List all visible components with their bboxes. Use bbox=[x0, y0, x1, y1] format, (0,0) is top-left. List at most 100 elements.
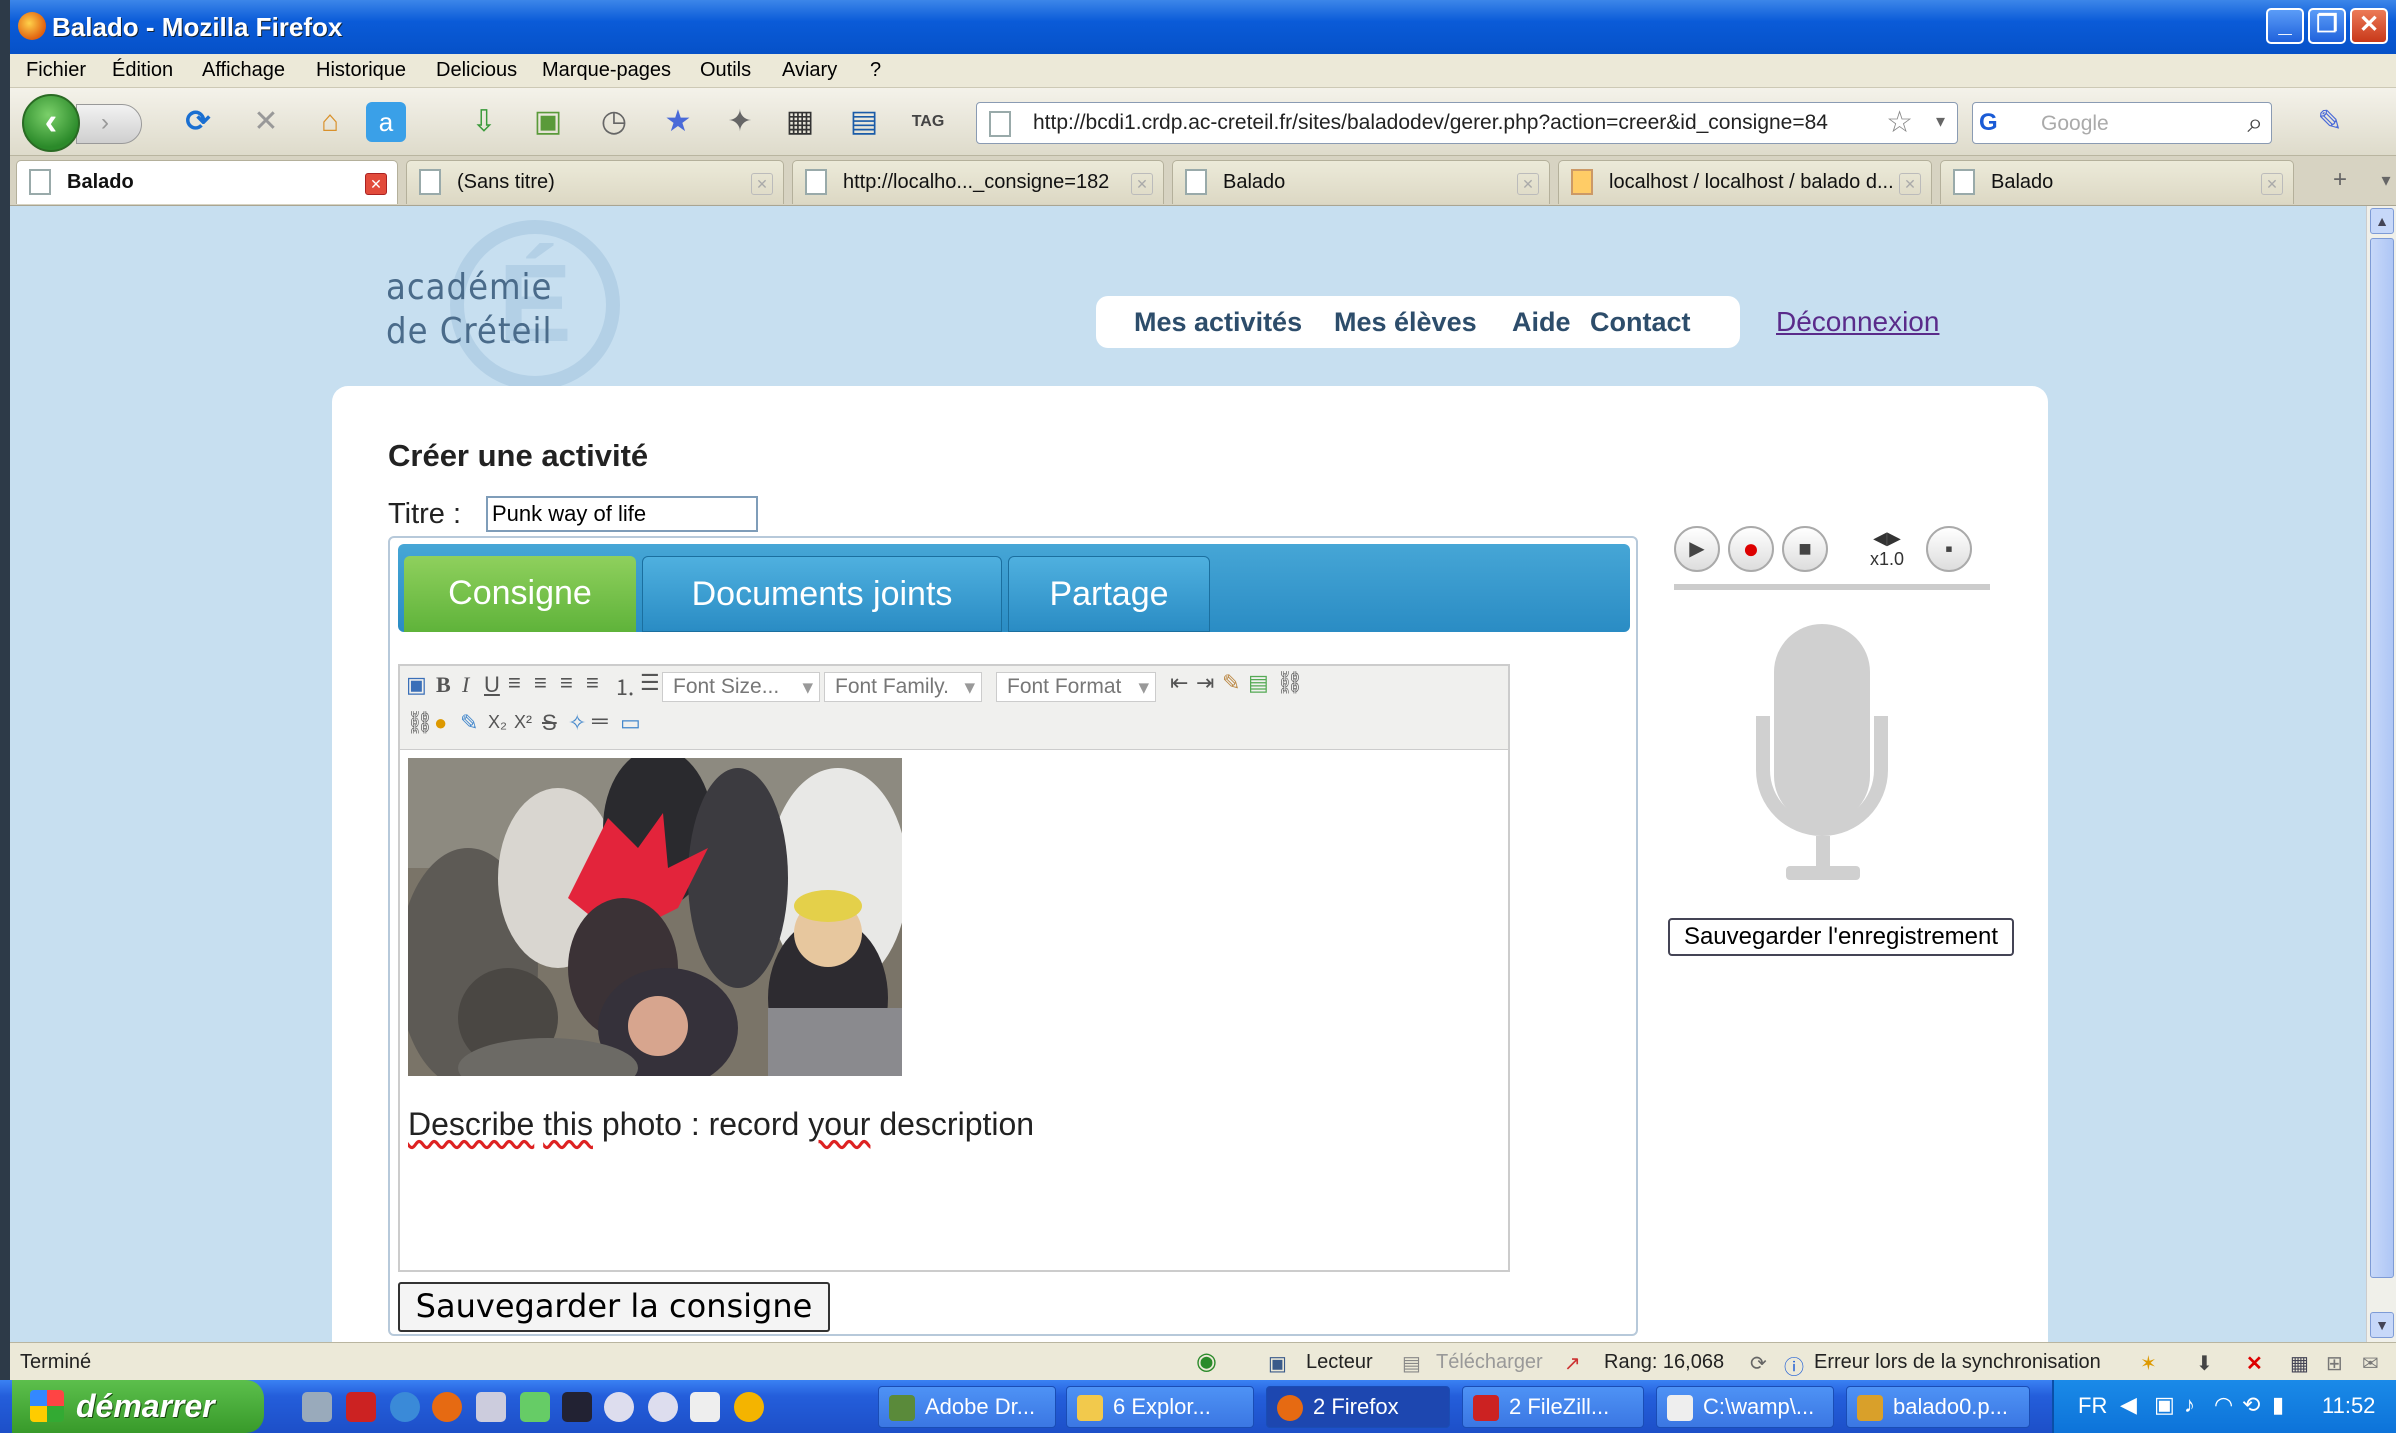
close-button[interactable]: ✕ bbox=[2350, 8, 2388, 44]
vertical-scrollbar[interactable]: ▲ ▼ bbox=[2366, 206, 2396, 1342]
close-tab-icon[interactable]: ✕ bbox=[1131, 173, 1153, 195]
task-wamp[interactable]: C:\wamp\... bbox=[1656, 1386, 1834, 1428]
record-icon[interactable]: ● bbox=[1728, 526, 1774, 572]
outdent-icon[interactable]: ⇤ bbox=[1170, 670, 1188, 696]
back-button[interactable]: ‹ bbox=[22, 94, 80, 152]
save-recording-button[interactable]: Sauvegarder l'enregistrement bbox=[1668, 918, 2014, 956]
anchor-icon[interactable]: ● bbox=[434, 710, 447, 736]
calculator-icon[interactable] bbox=[476, 1392, 506, 1422]
tab-balado-active[interactable]: Balado ✕ bbox=[16, 160, 398, 204]
forward-button[interactable]: › bbox=[76, 104, 142, 144]
minimize-button[interactable]: _ bbox=[2266, 8, 2304, 44]
home-icon[interactable]: ⌂ bbox=[310, 102, 350, 142]
desktop-icon[interactable] bbox=[562, 1392, 592, 1422]
app-icon[interactable] bbox=[520, 1392, 550, 1422]
task-adobe[interactable]: Adobe Dr... bbox=[878, 1386, 1056, 1428]
close-tab-icon[interactable]: ✕ bbox=[751, 173, 773, 195]
menu-marque-pages[interactable]: Marque-pages bbox=[542, 59, 671, 82]
addon-icon[interactable]: ✶ bbox=[2140, 1351, 2157, 1376]
stop-icon[interactable]: ■ bbox=[1782, 526, 1828, 572]
aviary-icon[interactable]: a bbox=[366, 102, 406, 142]
clock[interactable]: 11:52 bbox=[2322, 1393, 2375, 1419]
tab-localhost-consigne[interactable]: http://localho..._consigne=182 ✕ bbox=[792, 160, 1164, 204]
tag-icon[interactable]: TAG bbox=[908, 102, 948, 142]
search-input[interactable]: Google bbox=[2041, 112, 2109, 136]
underline-button[interactable]: U bbox=[484, 672, 500, 698]
media2-icon[interactable] bbox=[648, 1392, 678, 1422]
link-icon[interactable]: ⛓ bbox=[1276, 670, 1304, 696]
chevron-down-icon[interactable]: ▾ bbox=[1936, 111, 1945, 132]
globe-icon[interactable]: ◉ bbox=[1196, 1347, 1217, 1376]
logout-link[interactable]: Déconnexion bbox=[1776, 306, 1939, 338]
task-explorer[interactable]: 6 Explor... bbox=[1066, 1386, 1254, 1428]
nav-mes-activites[interactable]: Mes activités bbox=[1134, 307, 1302, 338]
task-firefox[interactable]: 2 Firefox bbox=[1266, 1386, 1450, 1428]
font-family-select[interactable]: Font Family. bbox=[824, 672, 982, 702]
google-icon[interactable]: G bbox=[1979, 109, 2009, 139]
speed-control[interactable]: ◀▶ x1.0 bbox=[1862, 528, 1912, 570]
menu-historique[interactable]: Historique bbox=[316, 59, 406, 82]
align-left-icon[interactable]: ≡ bbox=[508, 670, 521, 696]
tab-consigne[interactable]: Consigne bbox=[404, 556, 636, 632]
download-icon[interactable]: ⇩ bbox=[464, 102, 504, 142]
menu-fichier[interactable]: Fichier bbox=[26, 59, 86, 82]
strikethrough-button[interactable]: S bbox=[542, 710, 557, 736]
quicklaunch-icon[interactable] bbox=[302, 1392, 332, 1422]
new-tab-icon[interactable]: + bbox=[2320, 160, 2360, 200]
font-size-select[interactable]: Font Size... bbox=[662, 672, 820, 702]
tab-partage[interactable]: Partage bbox=[1008, 556, 1210, 632]
editor-body[interactable]: Describe this photo : record your descri… bbox=[400, 750, 1508, 1272]
star-icon[interactable]: ☆ bbox=[1886, 105, 1913, 140]
close-tab-icon[interactable]: ✕ bbox=[2261, 173, 2283, 195]
mail-icon[interactable]: ✉ bbox=[2362, 1351, 2379, 1376]
menu-edition[interactable]: Édition bbox=[112, 59, 173, 82]
align-right-icon[interactable]: ≡ bbox=[560, 670, 573, 696]
punk-photo[interactable] bbox=[408, 758, 902, 1076]
bold-button[interactable]: B bbox=[436, 672, 451, 698]
ordered-list-icon[interactable]: ⒈ bbox=[614, 670, 636, 702]
edit-icon[interactable]: ✎ bbox=[2310, 102, 2350, 142]
save-recording-icon[interactable]: ▪ bbox=[1926, 526, 1972, 572]
task-balado[interactable]: balado0.p... bbox=[1846, 1386, 2030, 1428]
tab-balado-3[interactable]: Balado ✕ bbox=[1940, 160, 2294, 204]
tab-documents-joints[interactable]: Documents joints bbox=[642, 556, 1002, 632]
scroll-thumb[interactable] bbox=[2370, 238, 2394, 1278]
chrome-icon[interactable] bbox=[734, 1392, 764, 1422]
scroll-up-button[interactable]: ▲ bbox=[2370, 208, 2394, 234]
language-indicator[interactable]: FR bbox=[2078, 1393, 2107, 1419]
start-button[interactable]: démarrer bbox=[12, 1380, 264, 1433]
device-icon[interactable] bbox=[690, 1392, 720, 1422]
nav-mes-eleves[interactable]: Mes élèves bbox=[1334, 307, 1477, 338]
security-icon[interactable]: ▮ bbox=[2272, 1392, 2284, 1418]
error-icon[interactable]: ✕ bbox=[2246, 1351, 2263, 1376]
clean-format-icon[interactable]: ✧ bbox=[568, 710, 586, 736]
bullet-list-icon[interactable]: ☰ bbox=[640, 670, 660, 696]
align-center-icon[interactable]: ≡ bbox=[534, 670, 547, 696]
url-text[interactable]: http://bcdi1.crdp.ac-creteil.fr/sites/ba… bbox=[1033, 111, 1828, 135]
menu-help[interactable]: ? bbox=[870, 59, 881, 82]
html-source-icon[interactable]: ▭ bbox=[620, 710, 641, 736]
volume-icon[interactable]: ♪ bbox=[2184, 1392, 2195, 1418]
menu-aviary[interactable]: Aviary bbox=[782, 59, 837, 82]
subscript-button[interactable]: X₂ bbox=[488, 712, 507, 733]
monitor-icon[interactable]: ▣ bbox=[1268, 1351, 1287, 1376]
reload-icon[interactable]: ⟳ bbox=[178, 102, 218, 142]
filezilla-icon[interactable] bbox=[346, 1392, 376, 1422]
new-folder-icon[interactable]: ▣ bbox=[528, 102, 568, 142]
progress-bar[interactable] bbox=[1674, 584, 1990, 590]
wifi-icon[interactable]: ◠ bbox=[2214, 1392, 2233, 1418]
italic-button[interactable]: I bbox=[462, 672, 469, 698]
media-icon[interactable] bbox=[604, 1392, 634, 1422]
close-tab-icon[interactable]: ✕ bbox=[1899, 173, 1921, 195]
network-icon[interactable]: ▣ bbox=[2154, 1392, 2175, 1418]
sync-icon[interactable]: ⟳ bbox=[1750, 1351, 1767, 1376]
bookmark-icon[interactable]: ★ bbox=[658, 102, 698, 142]
titre-input[interactable] bbox=[486, 496, 758, 532]
horizontal-rule-icon[interactable]: ═ bbox=[592, 708, 608, 734]
unlink-icon[interactable]: ⛓ bbox=[406, 710, 434, 736]
paste-icon[interactable]: ✎ bbox=[1222, 670, 1240, 696]
ie-icon[interactable] bbox=[390, 1392, 420, 1422]
delicious-icon[interactable]: ✦ bbox=[720, 102, 760, 142]
lecteur-label[interactable]: Lecteur bbox=[1306, 1351, 1373, 1374]
tab-sans-titre[interactable]: (Sans titre) ✕ bbox=[406, 160, 784, 204]
